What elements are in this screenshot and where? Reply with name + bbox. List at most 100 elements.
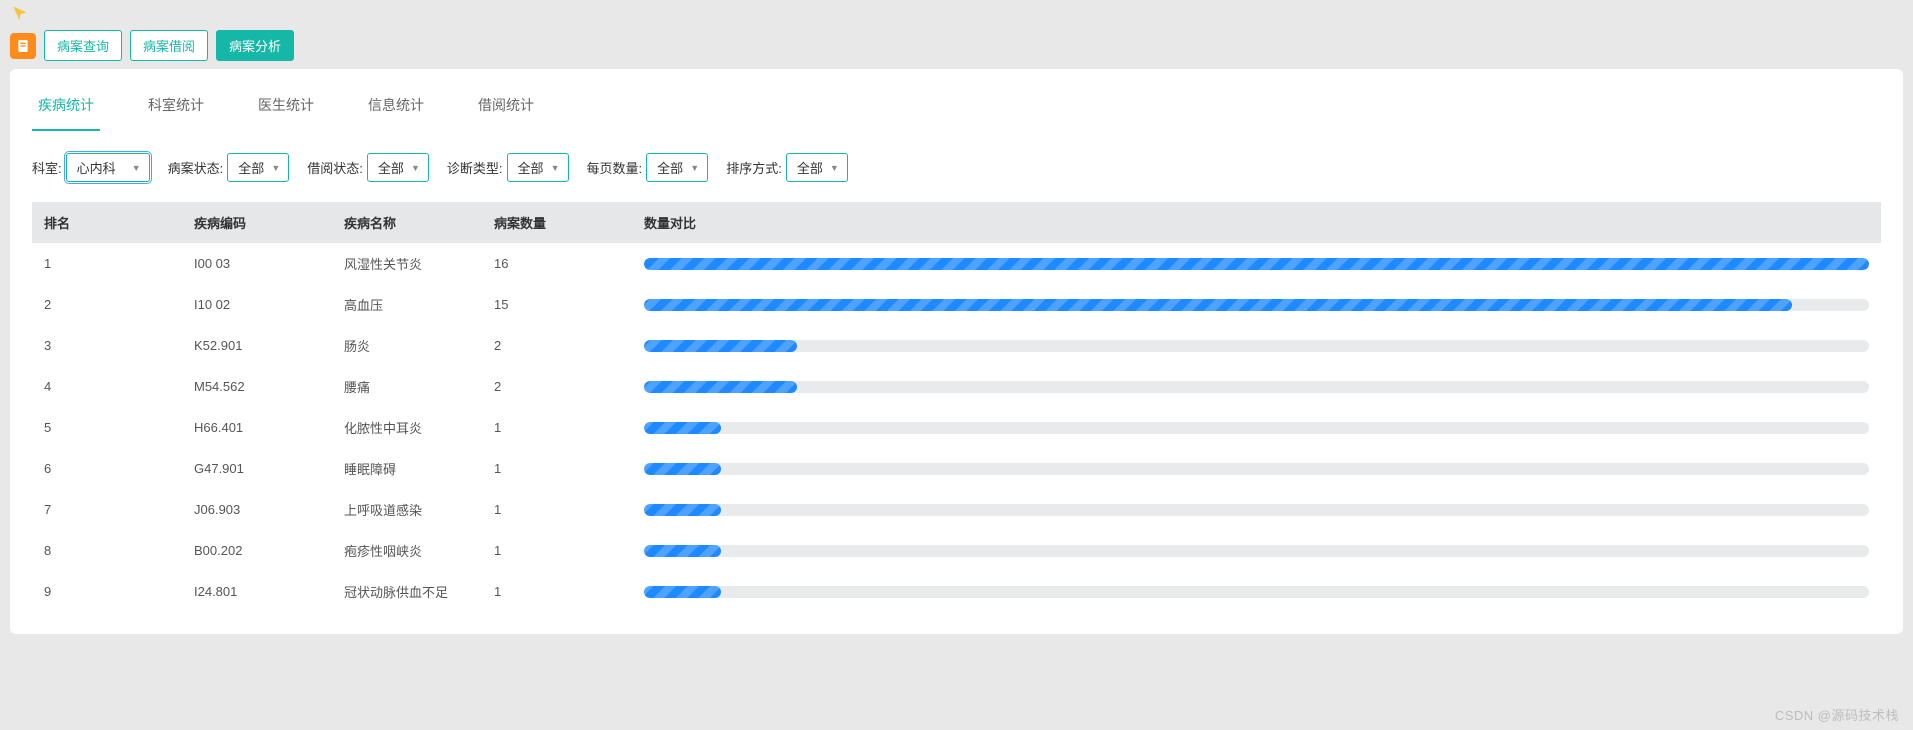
- cell-code: I24.801: [182, 571, 332, 612]
- tab-department[interactable]: 科室统计: [142, 87, 210, 131]
- cell-name: 疱疹性咽峡炎: [332, 530, 482, 571]
- main-toolbar: 病案查询病案借阅病案分析: [0, 26, 1913, 69]
- cell-name: 睡眠障碍: [332, 448, 482, 489]
- cell-bar: [632, 243, 1881, 284]
- bar-track: [644, 381, 1869, 393]
- main-panel: 疾病统计科室统计医生统计信息统计借阅统计 科室: 心内科 ▼ 病案状态: 全部 …: [10, 69, 1903, 634]
- cell-rank: 9: [32, 571, 182, 612]
- tab-bar: 疾病统计科室统计医生统计信息统计借阅统计: [32, 87, 1881, 131]
- bar-fill: [644, 340, 797, 352]
- filter-loan-status-value: 全部: [378, 158, 404, 177]
- filter-diag-type-label: 诊断类型:: [447, 158, 503, 177]
- cell-code: B00.202: [182, 530, 332, 571]
- cell-count: 2: [482, 366, 632, 407]
- pointer-icon: [10, 4, 30, 24]
- bar-fill: [644, 504, 721, 516]
- filter-case-status[interactable]: 全部 ▼: [227, 153, 289, 182]
- bar-track: [644, 586, 1869, 598]
- cell-code: K52.901: [182, 325, 332, 366]
- cell-count: 1: [482, 407, 632, 448]
- cell-name: 上呼吸道感染: [332, 489, 482, 530]
- cell-bar: [632, 571, 1881, 612]
- table-row: 4M54.562腰痛2: [32, 366, 1881, 407]
- cell-bar: [632, 489, 1881, 530]
- filter-sort[interactable]: 全部 ▼: [786, 153, 848, 182]
- bar-track: [644, 299, 1869, 311]
- bar-fill: [644, 258, 1869, 270]
- tab-doctor[interactable]: 医生统计: [252, 87, 320, 131]
- toolbar-analysis[interactable]: 病案分析: [216, 30, 294, 61]
- cell-count: 1: [482, 448, 632, 489]
- bar-track: [644, 504, 1869, 516]
- bar-fill: [644, 381, 797, 393]
- filter-dept[interactable]: 心内科 ▼: [66, 153, 150, 182]
- cell-bar: [632, 448, 1881, 489]
- table-row: 1I00 03风湿性关节炎16: [32, 243, 1881, 284]
- th-name: 疾病名称: [332, 202, 482, 243]
- bar-fill: [644, 545, 721, 557]
- cell-name: 腰痛: [332, 366, 482, 407]
- cell-rank: 6: [32, 448, 182, 489]
- cell-code: I10 02: [182, 284, 332, 325]
- chevron-down-icon: ▼: [551, 163, 560, 173]
- cell-count: 1: [482, 571, 632, 612]
- cell-code: M54.562: [182, 366, 332, 407]
- cell-rank: 7: [32, 489, 182, 530]
- filter-dept-label: 科室:: [32, 158, 62, 177]
- cell-rank: 1: [32, 243, 182, 284]
- bar-track: [644, 463, 1869, 475]
- th-rank: 排名: [32, 202, 182, 243]
- table-row: 7J06.903上呼吸道感染1: [32, 489, 1881, 530]
- filter-loan-status[interactable]: 全部 ▼: [367, 153, 429, 182]
- bar-fill: [644, 586, 721, 598]
- chevron-down-icon: ▼: [132, 163, 141, 173]
- chevron-down-icon: ▼: [271, 163, 280, 173]
- bar-track: [644, 545, 1869, 557]
- tab-info[interactable]: 信息统计: [362, 87, 430, 131]
- table-row: 9I24.801冠状动脉供血不足1: [32, 571, 1881, 612]
- table-row: 3K52.901肠炎2: [32, 325, 1881, 366]
- cell-code: G47.901: [182, 448, 332, 489]
- filter-page-size-value: 全部: [657, 158, 683, 177]
- tab-borrow[interactable]: 借阅统计: [472, 87, 540, 131]
- th-count: 病案数量: [482, 202, 632, 243]
- disease-stats-table: 排名 疾病编码 疾病名称 病案数量 数量对比 1I00 03风湿性关节炎162I…: [32, 202, 1881, 612]
- cell-count: 1: [482, 530, 632, 571]
- toolbar-query[interactable]: 病案查询: [44, 30, 122, 61]
- filter-diag-type[interactable]: 全部 ▼: [507, 153, 569, 182]
- cell-bar: [632, 284, 1881, 325]
- table-row: 5H66.401化脓性中耳炎1: [32, 407, 1881, 448]
- chevron-down-icon: ▼: [690, 163, 699, 173]
- bar-track: [644, 422, 1869, 434]
- filter-case-status-label: 病案状态:: [168, 158, 224, 177]
- filter-loan-status-label: 借阅状态:: [307, 158, 363, 177]
- filter-page-size[interactable]: 全部 ▼: [646, 153, 708, 182]
- cell-rank: 4: [32, 366, 182, 407]
- cell-bar: [632, 530, 1881, 571]
- toolbar-borrow[interactable]: 病案借阅: [130, 30, 208, 61]
- filter-sort-label: 排序方式:: [726, 158, 782, 177]
- bar-fill: [644, 299, 1792, 311]
- cell-name: 冠状动脉供血不足: [332, 571, 482, 612]
- table-header-row: 排名 疾病编码 疾病名称 病案数量 数量对比: [32, 202, 1881, 243]
- table-row: 6G47.901睡眠障碍1: [32, 448, 1881, 489]
- bar-fill: [644, 463, 721, 475]
- tab-disease[interactable]: 疾病统计: [32, 87, 100, 131]
- th-code: 疾病编码: [182, 202, 332, 243]
- cell-code: J06.903: [182, 489, 332, 530]
- filter-case-status-value: 全部: [238, 158, 264, 177]
- cell-name: 高血压: [332, 284, 482, 325]
- cell-rank: 3: [32, 325, 182, 366]
- top-mini-icons: [0, 0, 1913, 26]
- cell-code: H66.401: [182, 407, 332, 448]
- cell-name: 风湿性关节炎: [332, 243, 482, 284]
- cell-count: 15: [482, 284, 632, 325]
- cell-bar: [632, 325, 1881, 366]
- chevron-down-icon: ▼: [830, 163, 839, 173]
- cell-bar: [632, 407, 1881, 448]
- app-square-icon: [10, 33, 36, 59]
- cell-name: 化脓性中耳炎: [332, 407, 482, 448]
- filter-dept-value: 心内科: [77, 158, 116, 177]
- cell-count: 16: [482, 243, 632, 284]
- bar-track: [644, 340, 1869, 352]
